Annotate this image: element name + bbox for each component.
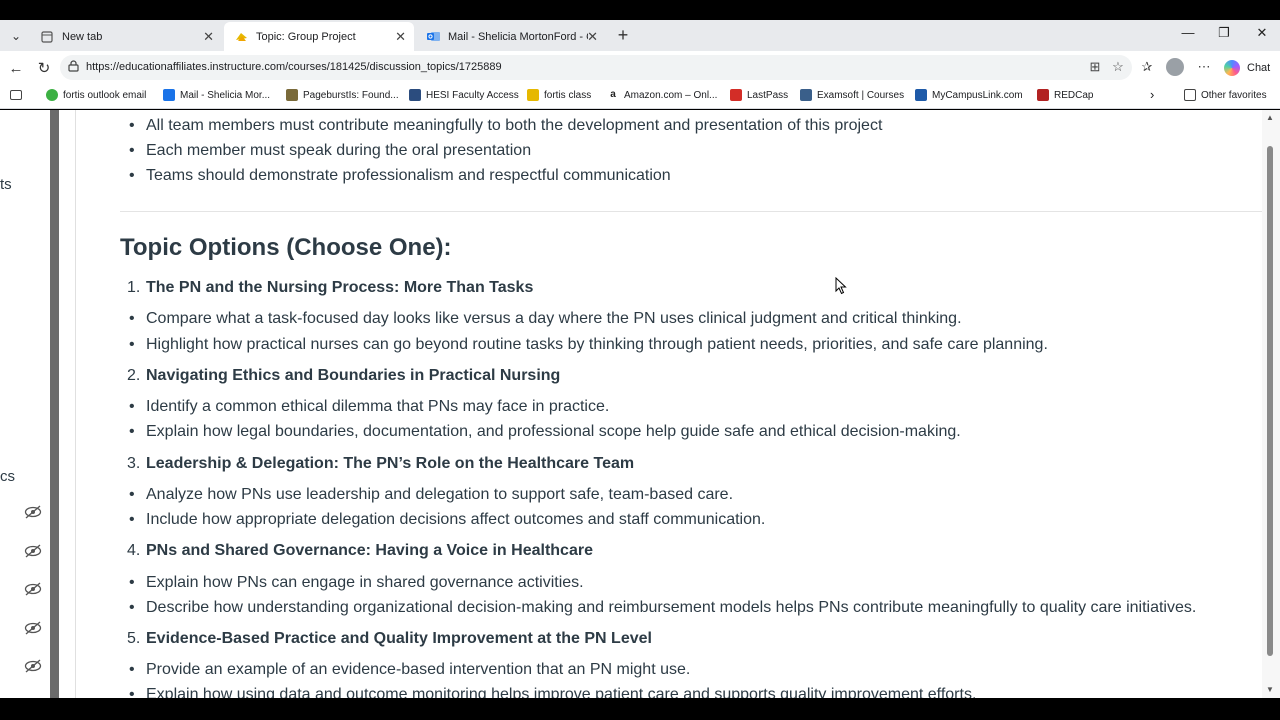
list-item: Include how appropriate delegation decis… xyxy=(129,511,765,529)
list-item: Analyze how PNs use leadership and deleg… xyxy=(129,486,733,504)
bookmark-item[interactable]: MyCampusLink.com xyxy=(915,89,1023,101)
tab-outlook-mail[interactable]: Mail - Shelicia MortonFord - Outlook ✕ xyxy=(416,22,606,51)
close-tab-icon[interactable]: ✕ xyxy=(395,29,406,45)
refresh-icon[interactable]: ↻ xyxy=(34,58,54,78)
favorite-star-icon[interactable]: ☆ xyxy=(1109,59,1127,75)
list-item: Highlight how practical nurses can go be… xyxy=(129,336,1048,354)
bookmarks-bar: fortis outlook email Mail - Shelicia Mor… xyxy=(0,84,1280,109)
copilot-chat-button[interactable]: Chat xyxy=(1224,57,1270,79)
scrollbar-thumb[interactable] xyxy=(1267,146,1273,656)
top-black-strip xyxy=(0,0,1280,20)
list-item: Explain how legal boundaries, documentat… xyxy=(129,423,961,441)
topic-title-2: 2. Navigating Ethics and Boundaries in Pr… xyxy=(127,367,561,384)
outlook-icon xyxy=(426,30,440,44)
list-item: All team members must contribute meaning… xyxy=(129,117,882,135)
address-bar-row: ← ↻ https://educationaffiliates.instruct… xyxy=(0,51,1280,84)
sidebar-divider xyxy=(50,110,59,698)
bookmark-item[interactable]: HESI Faculty Access xyxy=(409,89,519,101)
course-nav-sidebar: ts cs xyxy=(0,110,50,698)
topic-title-3: 3. Leadership & Delegation: The PN’s Role… xyxy=(127,455,635,472)
bookmark-item[interactable]: fortis class xyxy=(527,89,591,101)
horizontal-rule xyxy=(120,211,1266,212)
list-item: Compare what a task-focused day looks li… xyxy=(129,310,962,328)
bookmark-favicon-icon xyxy=(800,89,812,101)
tab-new-tab[interactable]: New tab ✕ xyxy=(30,22,222,51)
page-icon xyxy=(40,30,54,44)
bookmark-item[interactable]: a Amazon.com – Onl... xyxy=(607,89,717,101)
bookmark-item[interactable]: LastPass xyxy=(730,89,788,101)
address-input[interactable]: https://educationaffiliates.instructure.… xyxy=(60,55,1132,80)
page-viewport: ts cs All team members must contribute m… xyxy=(0,110,1280,698)
hidden-eye-icon[interactable] xyxy=(24,621,42,635)
bookmark-item[interactable]: REDCap xyxy=(1037,89,1093,101)
list-item: Teams should demonstrate professionalism… xyxy=(129,167,671,185)
minimize-icon[interactable]: — xyxy=(1178,25,1198,40)
chat-label: Chat xyxy=(1247,62,1271,74)
scroll-up-arrow-icon[interactable]: ▲ xyxy=(1266,113,1274,122)
profile-avatar[interactable] xyxy=(1166,58,1184,76)
section-heading: Topic Options (Choose One): xyxy=(120,234,452,261)
tab-label: New tab xyxy=(62,30,103,43)
lastpass-icon xyxy=(730,89,742,101)
tab-bar: ⌄ New tab ✕ Topic: Group Project ✕ Mail … xyxy=(0,20,1280,51)
bookmarks-overflow-chevron-icon[interactable]: › xyxy=(1150,87,1154,102)
topic-title-5: 5. Evidence-Based Practice and Quality Im… xyxy=(127,630,652,647)
bookmark-favicon-icon xyxy=(915,89,927,101)
topic-title-4: 4. PNs and Shared Governance: Having a Vo… xyxy=(127,542,593,559)
app-available-icon[interactable]: ⊞ xyxy=(1086,59,1104,75)
tab-actions-icon[interactable] xyxy=(10,90,22,100)
mouse-cursor-icon xyxy=(835,277,847,295)
url-text: https://educationaffiliates.instructure.… xyxy=(86,61,502,73)
close-tab-icon[interactable]: ✕ xyxy=(587,29,598,45)
list-item: Identify a common ethical dilemma that P… xyxy=(129,398,609,416)
bookmark-item[interactable]: PageburstIs: Found... xyxy=(286,89,399,101)
close-window-icon[interactable]: ✕ xyxy=(1252,25,1272,41)
canvas-icon xyxy=(234,30,248,44)
other-favorites-folder[interactable]: Other favorites xyxy=(1184,89,1267,101)
more-options-icon[interactable]: ⋯ xyxy=(1195,59,1213,75)
new-tab-button[interactable]: + xyxy=(612,24,634,46)
site-info-icon[interactable] xyxy=(68,60,79,75)
favorites-icon[interactable]: ✰ xyxy=(1138,59,1156,75)
bookmark-favicon-icon xyxy=(409,89,421,101)
close-tab-icon[interactable]: ✕ xyxy=(203,29,214,45)
list-item: Explain how using data and outcome monit… xyxy=(129,686,976,698)
bookmark-favicon-icon xyxy=(286,89,298,101)
bookmark-favicon-icon xyxy=(46,89,58,101)
copilot-icon xyxy=(1224,60,1240,76)
scroll-down-arrow-icon[interactable]: ▼ xyxy=(1266,685,1274,694)
tab-topic-group-project[interactable]: Topic: Group Project ✕ xyxy=(224,22,414,51)
hidden-eye-icon[interactable] xyxy=(24,544,42,558)
nav-label-fragment[interactable]: cs xyxy=(0,468,15,485)
list-item: Each member must speak during the oral p… xyxy=(129,142,531,160)
canvas-icon xyxy=(527,89,539,101)
restore-icon[interactable]: ❐ xyxy=(1214,25,1234,41)
outlook-icon xyxy=(163,89,175,101)
list-item: Explain how PNs can engage in shared gov… xyxy=(129,574,584,592)
tab-label: Topic: Group Project xyxy=(256,30,356,43)
hidden-eye-icon[interactable] xyxy=(24,505,42,519)
amazon-icon: a xyxy=(607,89,619,101)
bookmark-item[interactable]: fortis outlook email xyxy=(46,89,146,101)
hidden-eye-icon[interactable] xyxy=(24,582,42,596)
bottom-black-strip xyxy=(0,698,1280,720)
tab-actions-menu-icon[interactable]: ⌄ xyxy=(6,26,26,46)
back-icon[interactable]: ← xyxy=(6,58,26,78)
bookmark-item[interactable]: Mail - Shelicia Mor... xyxy=(163,89,270,101)
content-border xyxy=(75,110,76,698)
list-item: Describe how understanding organizationa… xyxy=(129,599,1196,617)
tab-label: Mail - Shelicia MortonFord - Outlook xyxy=(448,30,588,43)
nav-label-fragment[interactable]: ts xyxy=(0,176,12,193)
redcap-icon xyxy=(1037,89,1049,101)
bookmark-item[interactable]: Examsoft | Courses xyxy=(800,89,904,101)
hidden-eye-icon[interactable] xyxy=(24,659,42,673)
topic-title-1: 1. The PN and the Nursing Process: More T… xyxy=(127,279,534,296)
list-item: Provide an example of an evidence-based … xyxy=(129,661,690,679)
folder-icon xyxy=(1184,89,1196,101)
